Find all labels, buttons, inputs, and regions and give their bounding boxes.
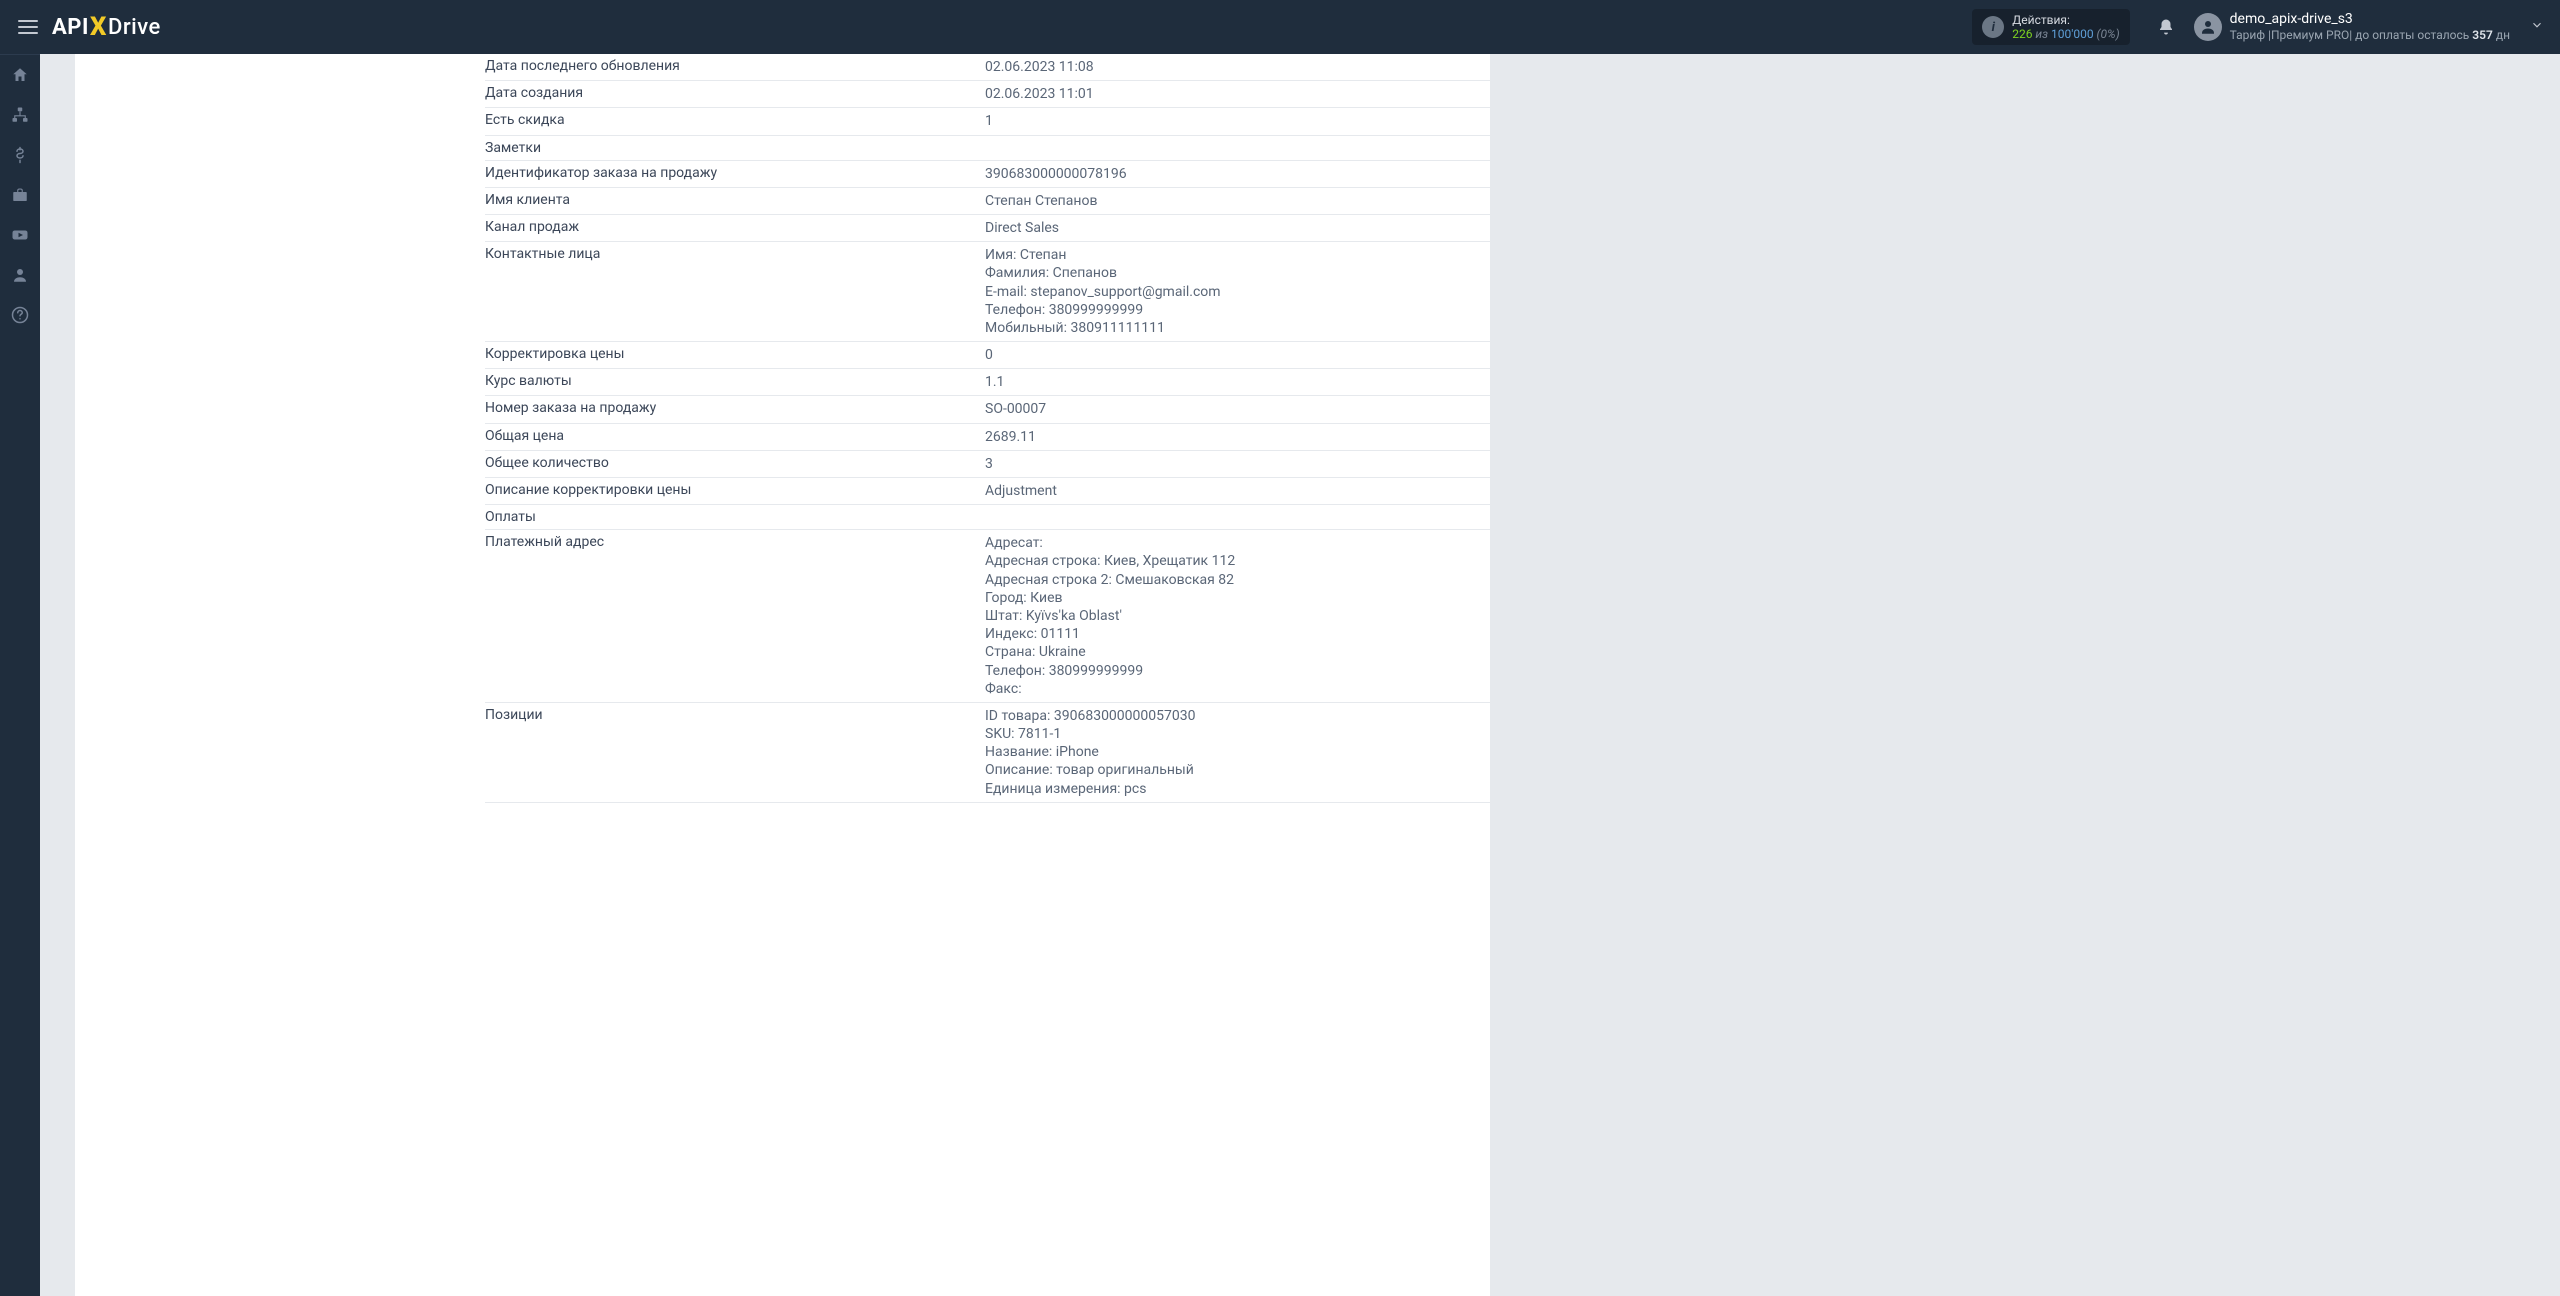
table-row: Платежный адресАдресат: Адресная строка:…: [485, 530, 1490, 703]
sidebar-item-video[interactable]: [0, 215, 40, 255]
logo-text-x: X: [90, 12, 107, 42]
table-row: Дата создания02.06.2023 11:01: [485, 81, 1490, 108]
avatar: [2194, 13, 2222, 41]
notifications-button[interactable]: [2146, 18, 2186, 36]
row-label: Идентификатор заказа на продажу: [485, 160, 985, 187]
row-value: 3: [985, 450, 1490, 477]
table-row: Контактные лицаИмя: Степан Фамилия: Спеп…: [485, 242, 1490, 342]
briefcase-icon: [11, 186, 29, 204]
table-row: Курс валюты1.1: [485, 369, 1490, 396]
sidebar-item-home[interactable]: [0, 55, 40, 95]
row-value: 0: [985, 342, 1490, 369]
row-value: 390683000000078196: [985, 160, 1490, 187]
user-plan-line: Тариф |Премиум PRO| до оплаты осталось 3…: [2230, 28, 2510, 42]
row-value: Имя: Степан Фамилия: Спепанов E-mail: st…: [985, 242, 1490, 342]
row-label: Есть скидка: [485, 108, 985, 135]
row-value: Direct Sales: [985, 214, 1490, 241]
top-header: API X Drive i Действия: 226 из 100'000 (…: [0, 0, 2560, 54]
row-label: Общее количество: [485, 450, 985, 477]
row-label: Корректировка цены: [485, 342, 985, 369]
table-row: Канал продажDirect Sales: [485, 214, 1490, 241]
row-value: 1: [985, 108, 1490, 135]
person-icon: [2199, 18, 2217, 36]
user-text: demo_apix-drive_s3 Тариф |Премиум PRO| д…: [2230, 11, 2510, 42]
row-label: Оплаты: [485, 505, 985, 530]
table-row: Описание корректировки ценыAdjustment: [485, 478, 1490, 505]
sidebar-item-projects[interactable]: [0, 175, 40, 215]
sidebar-item-help[interactable]: [0, 295, 40, 335]
row-label: Общая цена: [485, 423, 985, 450]
row-value: 2689.11: [985, 423, 1490, 450]
row-label: Номер заказа на продажу: [485, 396, 985, 423]
row-value: ID товара: 390683000000057030 SKU: 7811-…: [985, 702, 1490, 802]
dollar-icon: [11, 146, 29, 164]
row-value: 02.06.2023 11:08: [985, 54, 1490, 81]
table-row: Оплаты: [485, 505, 1490, 530]
question-icon: [11, 306, 29, 324]
bell-icon: [2157, 18, 2175, 36]
table-row: Дата последнего обновления02.06.2023 11:…: [485, 54, 1490, 81]
sidebar-item-connections[interactable]: [0, 95, 40, 135]
actions-label: Действия:: [2012, 13, 2119, 27]
row-value: Адресат: Адресная строка: Киев, Хрещатик…: [985, 530, 1490, 703]
table-row: Корректировка цены0: [485, 342, 1490, 369]
user-tariff-label: Тариф |: [2230, 28, 2271, 42]
user-menu[interactable]: demo_apix-drive_s3 Тариф |Премиум PRO| д…: [2194, 11, 2552, 42]
user-name: demo_apix-drive_s3: [2230, 11, 2510, 28]
table-row: Номер заказа на продажуSO-00007: [485, 396, 1490, 423]
user-days-suffix: дн: [2493, 28, 2510, 42]
content-area: Дата последнего обновления02.06.2023 11:…: [40, 54, 2560, 1296]
table-row: Общая цена2689.11: [485, 423, 1490, 450]
table-row: Есть скидка1: [485, 108, 1490, 135]
chevron-down-icon: [2530, 18, 2544, 36]
left-sidebar: [0, 54, 40, 1296]
row-value: 1.1: [985, 369, 1490, 396]
actions-total: 100'000: [2051, 27, 2094, 41]
logo-text-drive: Drive: [108, 15, 161, 40]
row-label: Описание корректировки цены: [485, 478, 985, 505]
row-label: Курс валюты: [485, 369, 985, 396]
row-label: Заметки: [485, 135, 985, 160]
table-row: Общее количество3: [485, 450, 1490, 477]
row-label: Позиции: [485, 702, 985, 802]
info-icon: i: [1982, 16, 2004, 38]
table-row: Имя клиентаСтепан Степанов: [485, 187, 1490, 214]
row-value: SO-00007: [985, 396, 1490, 423]
user-tariff-name: Премиум PRO: [2271, 28, 2349, 42]
hamburger-icon: [18, 16, 38, 38]
row-value: Степан Степанов: [985, 187, 1490, 214]
row-label: Канал продаж: [485, 214, 985, 241]
user-days: 357: [2472, 28, 2493, 42]
detail-card: Дата последнего обновления02.06.2023 11:…: [75, 54, 1490, 1296]
actions-of: из: [2032, 27, 2051, 41]
row-value: Adjustment: [985, 478, 1490, 505]
youtube-icon: [11, 226, 29, 244]
logo-text-api: API: [52, 15, 89, 40]
table-row: Идентификатор заказа на продажу390683000…: [485, 160, 1490, 187]
sidebar-item-account[interactable]: [0, 255, 40, 295]
sitemap-icon: [11, 106, 29, 124]
actions-pct: (0%): [2094, 27, 2120, 41]
user-icon: [11, 266, 29, 284]
user-after-text: | до оплаты осталось: [2349, 28, 2472, 42]
row-value: [985, 135, 1490, 160]
brand-logo[interactable]: API X Drive: [52, 12, 161, 42]
sidebar-item-billing[interactable]: [0, 135, 40, 175]
row-label: Имя клиента: [485, 187, 985, 214]
row-value: 02.06.2023 11:01: [985, 81, 1490, 108]
table-row: Заметки: [485, 135, 1490, 160]
table-row: ПозицииID товара: 390683000000057030 SKU…: [485, 702, 1490, 802]
menu-toggle-button[interactable]: [8, 0, 48, 54]
actions-count: 226: [2012, 27, 2032, 41]
actions-counter[interactable]: i Действия: 226 из 100'000 (0%): [1972, 9, 2129, 45]
detail-table: Дата последнего обновления02.06.2023 11:…: [485, 54, 1490, 803]
row-value: [985, 505, 1490, 530]
row-label: Контактные лица: [485, 242, 985, 342]
row-label: Дата создания: [485, 81, 985, 108]
row-label: Платежный адрес: [485, 530, 985, 703]
row-label: Дата последнего обновления: [485, 54, 985, 81]
home-icon: [11, 66, 29, 84]
actions-text: Действия: 226 из 100'000 (0%): [2012, 13, 2119, 42]
